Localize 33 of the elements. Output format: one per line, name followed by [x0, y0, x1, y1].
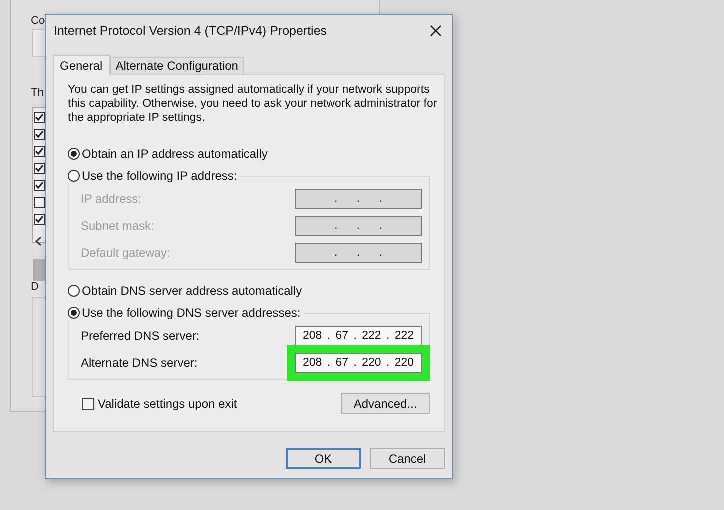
scrollbar-thumb[interactable]	[33, 259, 45, 281]
field-label: Subnet mask:	[81, 219, 154, 233]
window-text: D	[31, 281, 39, 293]
advanced-button[interactable]: Advanced...	[341, 393, 430, 414]
checkbox[interactable]	[34, 197, 45, 208]
radio-button[interactable]: Obtain DNS server address automatically	[68, 284, 306, 298]
description-text: You can get IP settings assigned automatically if your network supports this capability. Otherwise, you need to ask your network administrator for the appropriate IP settings.	[68, 83, 438, 125]
field-label: Default gateway:	[81, 246, 170, 260]
checkbox[interactable]	[34, 163, 45, 174]
ip-address-field[interactable]: 208 . 67 . 222 . 222	[295, 326, 422, 346]
ip-address-field[interactable]: 208 . 67 . 220 . 220	[295, 353, 422, 373]
validate-checkbox[interactable]: Validate settings upon exit	[82, 396, 238, 410]
checkbox[interactable]	[34, 129, 45, 140]
checkbox[interactable]	[34, 180, 45, 191]
window-text: Th	[31, 87, 44, 99]
tab[interactable]: General	[53, 55, 110, 75]
item-list[interactable]	[32, 107, 45, 243]
window-text: Co	[31, 15, 46, 27]
field-label: Alternate DNS server:	[81, 356, 198, 370]
dialog-button[interactable]: Cancel	[370, 448, 445, 469]
checkbox[interactable]	[34, 214, 45, 225]
dialog-button[interactable]: OK	[286, 448, 361, 469]
window-title: Internet Protocol Version 4 (TCP/IPv4) Properties	[54, 24, 328, 38]
radio-button[interactable]: Obtain an IP address automatically	[68, 147, 271, 161]
field-label: IP address:	[81, 192, 142, 206]
checkbox[interactable]	[34, 146, 45, 157]
close-icon[interactable]	[430, 24, 442, 36]
checkbox[interactable]	[34, 112, 45, 123]
radio-button[interactable]: Use the following IP address:	[68, 169, 240, 183]
field-label: Preferred DNS server:	[81, 329, 200, 343]
tab[interactable]: Alternate Configuration	[110, 57, 244, 74]
scroll-left-icon[interactable]	[35, 235, 42, 249]
radio-button[interactable]: Use the following DNS server addresses:	[68, 306, 304, 320]
